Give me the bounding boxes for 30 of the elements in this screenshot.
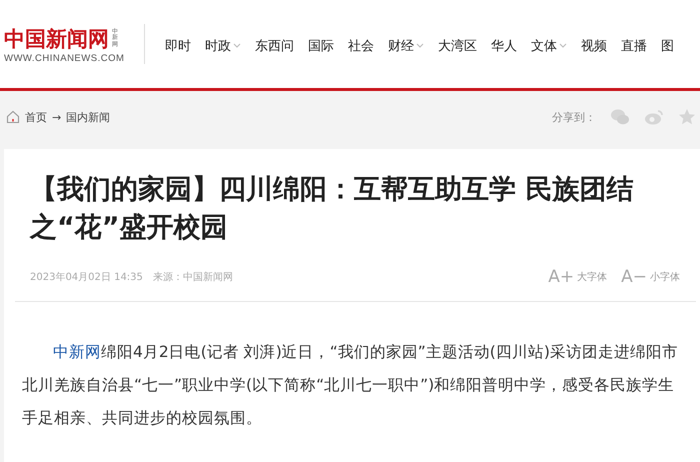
chat-bubbles-icon[interactable] [610, 108, 630, 126]
nav-link[interactable]: 社会 [348, 36, 374, 54]
nav-link[interactable]: 直播 [621, 36, 647, 54]
logo-url: WWW.CHINANEWS.COM [4, 52, 126, 64]
nav-link[interactable]: 时政 [205, 36, 241, 54]
caret-icon [233, 43, 241, 48]
home-icon[interactable] [6, 110, 20, 124]
nav-link[interactable]: 财经 [388, 36, 424, 54]
article-paragraph: 中新网绵阳4月2日电(记者 刘湃)近日，“我们的家园”主题活动(四川站)采访团走进绵阳市北川羌族自治县“七一”职业中学(以下简称“北川七一职中”)和绵阳普明中学，感受各民族学生手足相亲、共同进步的校园氛围。 [21, 342, 679, 429]
share-label: 分享到： [552, 110, 596, 124]
breadcrumb-link[interactable]: 首页 [25, 110, 47, 124]
caret-icon [416, 43, 424, 48]
nav-link[interactable]: 东西问 [255, 36, 294, 54]
breadcrumb-link[interactable]: 国内新闻 [66, 110, 110, 124]
star-icon[interactable] [678, 108, 696, 126]
nav-link[interactable]: 视频 [581, 36, 607, 54]
nav-link[interactable]: 图 [661, 36, 674, 54]
publish-date: 2023年04月02日 14:35 [30, 271, 143, 284]
nav-link[interactable]: 华人 [491, 36, 517, 54]
logo-title[interactable]: 中国新闻网 [4, 24, 109, 52]
weibo-icon[interactable] [644, 108, 664, 126]
source-link[interactable]: 中新网 [53, 343, 101, 361]
breadcrumb-arrow: → [52, 110, 62, 124]
nav-link[interactable]: 即时 [165, 36, 191, 54]
nav-link[interactable]: 文体 [531, 36, 567, 54]
article-title: 【我们的家园】四川绵阳：互帮互助互学 民族团结之“花”盛开校园 [28, 173, 634, 245]
nav-link[interactable]: 国际 [308, 36, 334, 54]
caret-icon [559, 43, 567, 48]
nav-link[interactable]: 大湾区 [438, 36, 477, 54]
source-text: 来源：中国新闻网 [152, 270, 233, 284]
